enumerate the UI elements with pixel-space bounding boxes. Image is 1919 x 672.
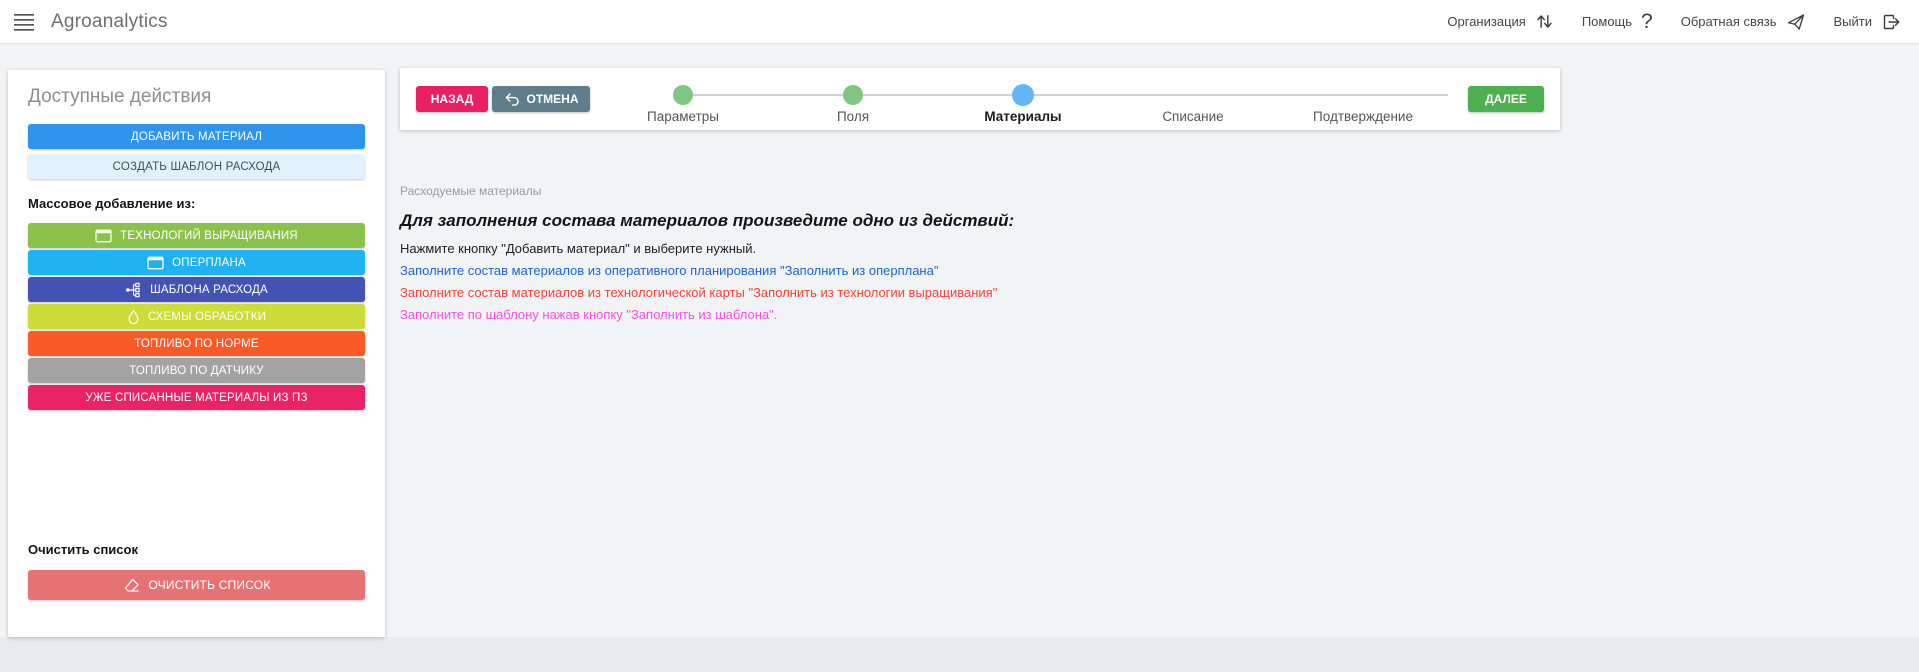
step-dot-done (843, 85, 863, 105)
next-button[interactable]: ДАЛЕЕ (1468, 86, 1544, 112)
fuel-by-norm-button[interactable]: ТОПЛИВО ПО НОРМЕ (28, 331, 365, 356)
cancel-button[interactable]: ОТМЕНА (492, 86, 590, 112)
instruction-fill-from-tech-map: Заполните состав материалов из технологи… (400, 285, 1560, 300)
app-title: Agroanalytics (51, 11, 168, 33)
step-write-off[interactable]: Списание (1108, 85, 1278, 124)
table-card-icon (95, 229, 112, 243)
add-material-button[interactable]: ДОБАВИТЬ МАТЕРИАЛ (28, 124, 365, 149)
clear-list-button[interactable]: ОЧИСТИТЬ СПИСОК (28, 570, 365, 600)
schema-icon (125, 282, 142, 298)
panel-title: Доступные действия (28, 86, 365, 108)
instructions-heading: Для заполнения состава материалов произв… (400, 211, 1560, 231)
written-off-materials-button[interactable]: УЖЕ СПИСАННЫЕ МАТЕРИАЛЫ ИЗ ПЗ (28, 385, 365, 410)
app-header: Agroanalytics Организация Помощь ? Обрат… (0, 0, 1919, 44)
wizard-bar: НАЗАД ОТМЕНА Параметры Поля Материалы Сп… (400, 68, 1560, 130)
organization-menu-item[interactable]: Организация (1447, 12, 1553, 31)
step-confirmation[interactable]: Подтверждение (1278, 85, 1448, 124)
mass-add-treatment-scheme-button[interactable]: СХЕМЫ ОБРАБОТКИ (28, 304, 365, 329)
step-dot-active (1012, 84, 1034, 106)
logout-menu-item[interactable]: Выйти (1834, 12, 1902, 32)
header-menu: Организация Помощь ? Обратная связь Вы (1447, 11, 1901, 32)
instruction-fill-from-operplan: Заполните состав материалов из оперативн… (400, 263, 1560, 278)
feedback-menu-item[interactable]: Обратная связь (1681, 12, 1806, 32)
step-parameters[interactable]: Параметры (598, 85, 768, 124)
swap-vertical-icon (1535, 12, 1554, 31)
mass-add-operplan-button[interactable]: ОПЕРПЛАНА (28, 250, 365, 275)
instruction-fill-from-template: Заполните по шаблону нажав кнопку "Запол… (400, 307, 1560, 322)
help-menu-item[interactable]: Помощь ? (1582, 11, 1653, 32)
step-fields[interactable]: Поля (768, 85, 938, 124)
hamburger-menu-icon[interactable] (14, 13, 34, 31)
instruction-add-material: Нажмите кнопку "Добавить материал" и выб… (400, 241, 1560, 256)
mass-add-growing-tech-button[interactable]: ТЕХНОЛОГИЙ ВЫРАЩИВАНИЯ (28, 223, 365, 248)
back-button[interactable]: НАЗАД (416, 86, 488, 112)
step-dot-done (673, 85, 693, 105)
droplet-icon (127, 309, 140, 325)
mass-add-label: Массовое добавление из: (28, 196, 365, 211)
available-actions-panel: Доступные действия ДОБАВИТЬ МАТЕРИАЛ СОЗ… (8, 70, 385, 637)
eraser-icon (122, 577, 140, 594)
create-expense-template-button[interactable]: СОЗДАТЬ ШАБЛОН РАСХОДА (28, 154, 365, 179)
fuel-by-sensor-button[interactable]: ТОПЛИВО ПО ДАТЧИКУ (28, 358, 365, 383)
section-label: Расходуемые материалы (400, 184, 1560, 198)
consumable-materials-section: Расходуемые материалы Для заполнения сос… (400, 184, 1560, 329)
question-icon: ? (1641, 11, 1653, 32)
step-materials[interactable]: Материалы (938, 85, 1108, 124)
table-card-icon (147, 256, 164, 270)
logout-icon (1881, 12, 1901, 32)
wizard-stepper: Параметры Поля Материалы Списание Подтве… (598, 68, 1448, 130)
mass-add-expense-template-button[interactable]: ШАБЛОНА РАСХОДА (28, 277, 365, 302)
undo-icon (504, 92, 520, 106)
send-icon (1786, 12, 1806, 32)
clear-list-label: Очистить список (28, 542, 365, 557)
